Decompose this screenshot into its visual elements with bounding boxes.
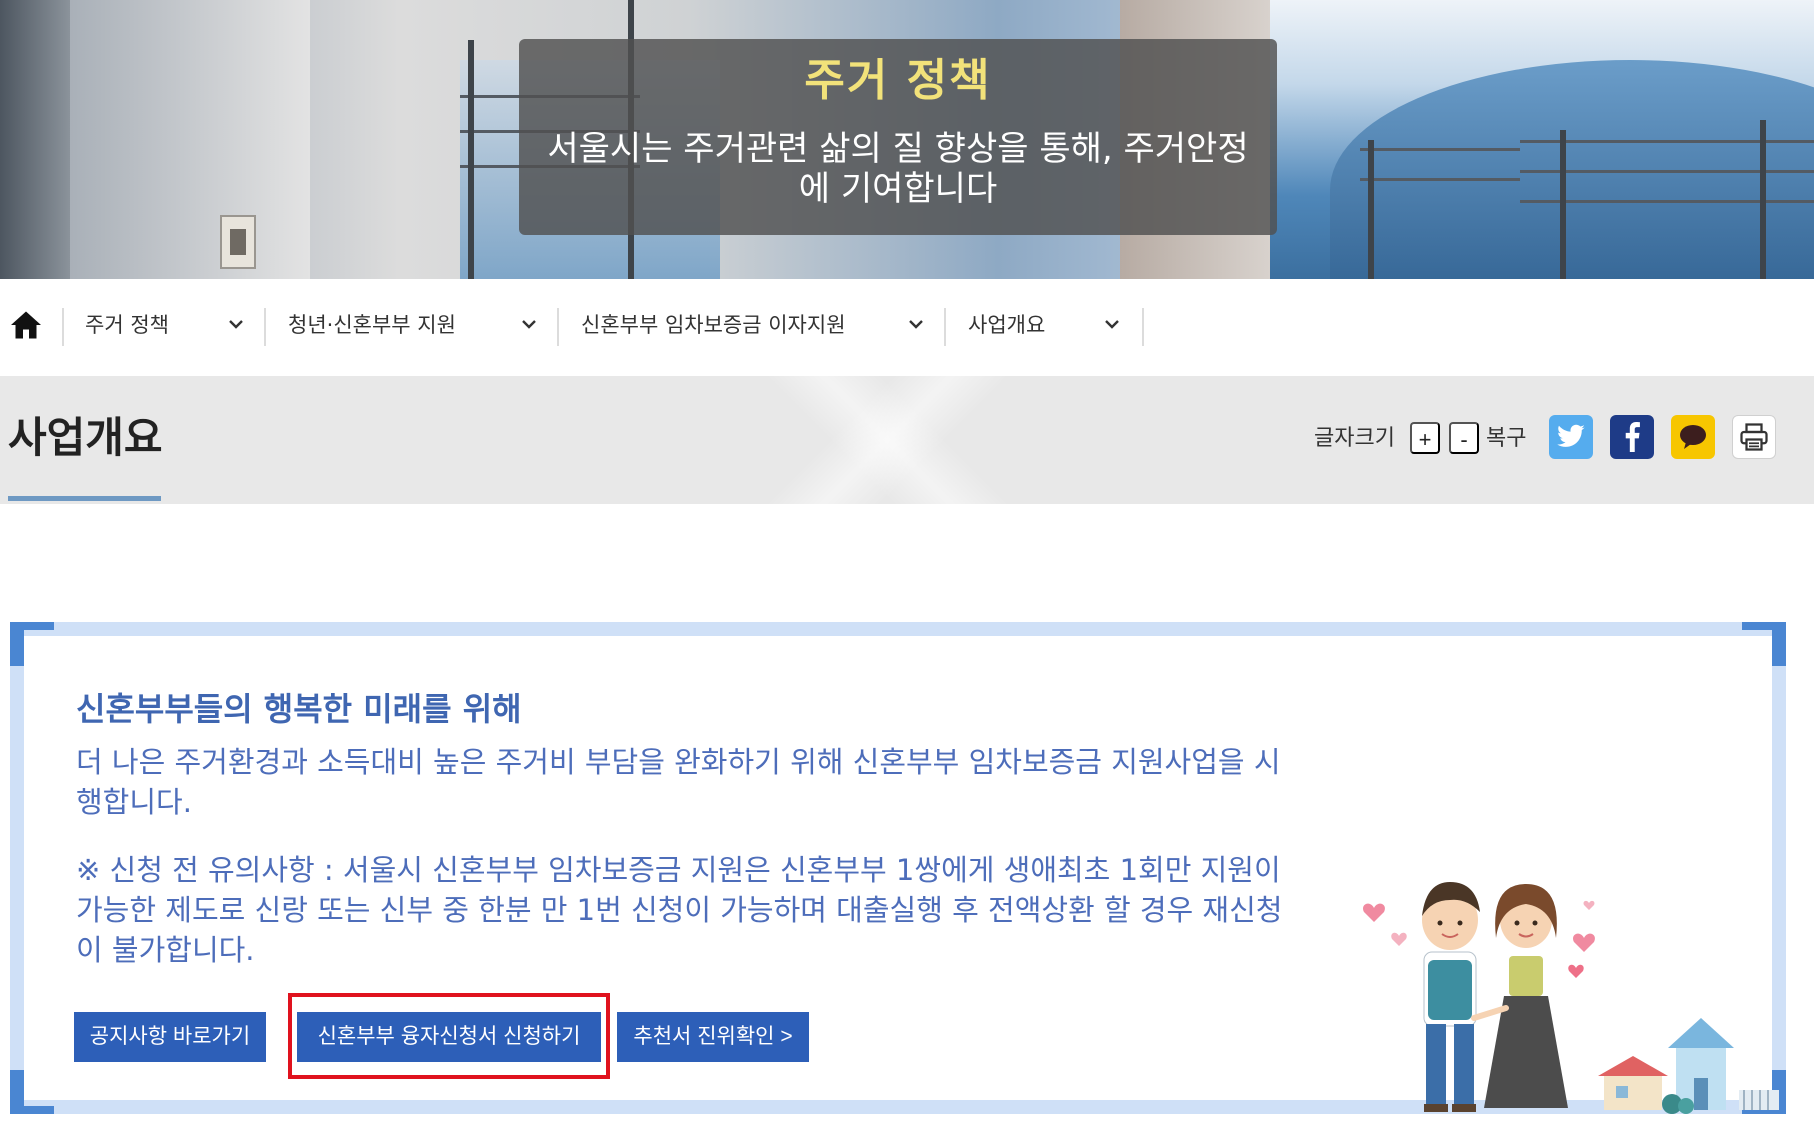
hero-caption: 주거 정책 서울시는 주거관련 삶의 질 향상을 통해, 주거안정에 기여합니다 bbox=[519, 39, 1277, 235]
twitter-icon bbox=[1557, 424, 1585, 447]
chevron-down-icon[interactable] bbox=[519, 314, 539, 334]
railing bbox=[1360, 148, 1520, 151]
breadcrumb-item-deposit-interest[interactable]: 신혼부부 임차보증금 이자지원 bbox=[581, 310, 846, 340]
home-icon[interactable] bbox=[8, 307, 44, 343]
box-corner bbox=[1742, 622, 1786, 666]
railing-post bbox=[468, 40, 474, 279]
hero-description: 서울시는 주거관련 삶의 질 향상을 통해, 주거안정에 기여합니다 bbox=[547, 129, 1249, 209]
verify-recommendation-button[interactable]: 추천서 진위확인 > bbox=[617, 1012, 809, 1062]
breadcrumb-divider bbox=[557, 308, 559, 346]
intro-body: 더 나은 주거환경과 소득대비 높은 주거비 부담을 완화하기 위해 신혼부부 … bbox=[76, 745, 1281, 819]
kakaotalk-share-button[interactable] bbox=[1671, 415, 1715, 459]
font-reset-button[interactable]: 복구 bbox=[1486, 424, 1526, 454]
print-button[interactable] bbox=[1732, 415, 1776, 459]
kakaotalk-icon bbox=[1680, 425, 1706, 449]
twitter-share-button[interactable] bbox=[1549, 415, 1593, 459]
wall-switch-graphic bbox=[220, 215, 256, 269]
font-decrease-button[interactable]: - bbox=[1449, 422, 1479, 454]
box-corner bbox=[10, 622, 54, 666]
hero-title: 주거 정책 bbox=[804, 55, 992, 106]
intro-heading: 신혼부부들의 행복한 미래를 위해 bbox=[76, 690, 522, 728]
font-size-label: 글자크기 bbox=[1314, 426, 1395, 451]
facebook-share-button[interactable] bbox=[1610, 415, 1654, 459]
railing-post bbox=[1760, 120, 1766, 279]
facebook-icon bbox=[1625, 422, 1640, 452]
print-icon bbox=[1740, 423, 1768, 451]
breadcrumb-item-overview[interactable]: 사업개요 bbox=[968, 310, 1045, 340]
hero-banner: 주거 정책 서울시는 주거관련 삶의 질 향상을 통해, 주거안정에 기여합니다 bbox=[0, 0, 1814, 279]
breadcrumb-divider bbox=[1142, 308, 1144, 346]
program-intro-box: 신혼부부들의 행복한 미래를 위해 더 나은 주거환경과 소득대비 높은 주거비… bbox=[10, 622, 1786, 1114]
breadcrumb-divider bbox=[944, 308, 946, 346]
breadcrumb-divider bbox=[62, 308, 64, 346]
application-notice: ※ 신청 전 유의사항 : 서울시 신혼부부 임차보증금 지원은 신혼부부 1쌍… bbox=[76, 853, 1283, 967]
chevron-down-icon[interactable] bbox=[906, 314, 926, 334]
chevron-down-icon[interactable] bbox=[1102, 314, 1122, 334]
apply-loan-button[interactable]: 신혼부부 융자신청서 신청하기 bbox=[297, 1012, 601, 1062]
railing-post bbox=[1368, 140, 1374, 279]
notice-link-button[interactable]: 공지사항 바로가기 bbox=[74, 1012, 266, 1062]
railing-post bbox=[1560, 130, 1566, 279]
page-title-band: 사업개요 글자크기 + - 복구 bbox=[0, 376, 1814, 504]
breadcrumb-item-youth-newlywed[interactable]: 청년·신혼부부 지원 bbox=[288, 310, 456, 340]
hero-wall bbox=[70, 0, 310, 279]
railing bbox=[1360, 178, 1520, 181]
couple-illustration bbox=[1363, 882, 1779, 1114]
title-underline bbox=[8, 496, 161, 501]
page-title: 사업개요 bbox=[8, 413, 163, 462]
chevron-down-icon[interactable] bbox=[226, 314, 246, 334]
font-increase-button[interactable]: + bbox=[1410, 422, 1440, 454]
breadcrumb-divider bbox=[264, 308, 266, 346]
box-corner bbox=[10, 1070, 54, 1114]
hero-background bbox=[0, 0, 70, 279]
breadcrumb: 주거 정책 청년·신혼부부 지원 신혼부부 임차보증금 이자지원 사업개요 bbox=[0, 280, 1814, 374]
breadcrumb-item-housing-policy[interactable]: 주거 정책 bbox=[85, 310, 169, 340]
